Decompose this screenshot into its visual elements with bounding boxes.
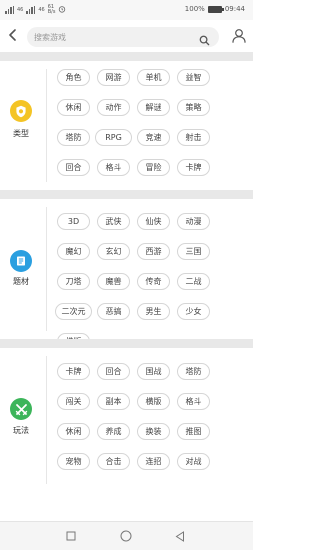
- tag-chip[interactable]: 单机: [137, 69, 170, 86]
- tag-chip[interactable]: 宠物: [57, 453, 90, 470]
- header: [0, 20, 253, 52]
- tag-chip[interactable]: 恶搞: [97, 303, 130, 320]
- tag-chip[interactable]: 格斗: [177, 393, 210, 410]
- tag-chip[interactable]: RPG: [95, 129, 132, 146]
- section-vertical-divider: [46, 356, 47, 484]
- section-vertical-divider: [46, 207, 47, 331]
- tag-chip[interactable]: 卡牌: [57, 363, 90, 380]
- tag-chip[interactable]: 仙侠: [137, 213, 170, 230]
- section-divider: [0, 190, 253, 199]
- clock: 09:44: [224, 5, 245, 13]
- back-nav-button[interactable]: [173, 529, 187, 543]
- crossed-swords-icon: [10, 398, 32, 420]
- section-gameplay: 玩法 卡牌 回合 国战 塔防闯关 副本 横版 格斗休闲 养成 换装 推图宠物 合击 连招 对战: [0, 348, 253, 521]
- tag-chip[interactable]: 休闲: [57, 423, 90, 440]
- circle-icon: [120, 530, 132, 542]
- signal-icon-2: [26, 6, 36, 14]
- recent-apps-button[interactable]: [64, 529, 78, 543]
- tag-chip[interactable]: 塔防: [177, 363, 210, 380]
- search-icon[interactable]: [199, 31, 210, 50]
- section-divider: [0, 52, 253, 61]
- tag-chip[interactable]: 魔兽: [97, 273, 130, 290]
- section-theme: 题材 3D武侠仙侠动漫魔幻玄幻西游三国刀塔魔兽传奇二战二次元恶搞男生少女横版: [0, 199, 253, 350]
- section-type: 类型 角色 网游 单机 益智休闲 动作 解谜 策略塔防 RPG 竞速 射击回合 格斗 冒险 卡牌: [0, 61, 253, 190]
- home-button[interactable]: [119, 529, 133, 543]
- section-divider: [0, 339, 253, 348]
- alarm-icon: [58, 5, 66, 15]
- tag-chip[interactable]: 西游: [137, 243, 170, 260]
- tag-chip[interactable]: 国战: [137, 363, 170, 380]
- net-speed-unit: B/s: [47, 9, 56, 15]
- tag-chip[interactable]: 3D: [57, 213, 90, 230]
- signal-1-text: 46: [17, 7, 24, 13]
- status-right: 100% 09:44: [185, 5, 245, 13]
- search-box[interactable]: [27, 27, 219, 47]
- user-icon[interactable]: [232, 28, 246, 47]
- tag-chip[interactable]: 回合: [97, 363, 130, 380]
- tag-chip[interactable]: 魔幻: [57, 243, 90, 260]
- system-nav-bar: [0, 521, 253, 550]
- tag-chip[interactable]: 竞速: [137, 129, 170, 146]
- tag-chip[interactable]: 闯关: [57, 393, 90, 410]
- search-input[interactable]: [34, 27, 194, 47]
- net-speed: 61 B/s: [48, 5, 56, 15]
- tag-chip[interactable]: 二战: [177, 273, 210, 290]
- tag-chip[interactable]: 对战: [177, 453, 210, 470]
- tag-chip[interactable]: 冒险: [137, 159, 170, 176]
- category-label-type: 类型: [13, 129, 29, 138]
- tag-chip[interactable]: 动作: [97, 99, 130, 116]
- status-left: 46 46 61 B/s: [5, 5, 66, 15]
- section-vertical-divider: [46, 69, 47, 182]
- tag-chip[interactable]: 传奇: [137, 273, 170, 290]
- tag-chip[interactable]: 塔防: [57, 129, 90, 146]
- tag-chip[interactable]: 二次元: [55, 303, 92, 320]
- tag-chip[interactable]: 连招: [137, 453, 170, 470]
- tag-chip[interactable]: 回合: [57, 159, 90, 176]
- tag-chip[interactable]: 横版: [137, 393, 170, 410]
- book-icon: [10, 250, 32, 272]
- battery-icon: [207, 5, 224, 13]
- category-label-gameplay: 玩法: [13, 426, 29, 435]
- battery-percent: 100%: [184, 5, 205, 13]
- square-icon: [66, 531, 76, 541]
- signal-2-text: 46: [38, 7, 45, 13]
- tag-chip[interactable]: 男生: [137, 303, 170, 320]
- category-label-theme: 题材: [13, 277, 29, 286]
- tag-chip[interactable]: 推图: [177, 423, 210, 440]
- tag-chip[interactable]: 格斗: [97, 159, 130, 176]
- tag-chip[interactable]: 副本: [97, 393, 130, 410]
- tag-chip[interactable]: 换装: [137, 423, 170, 440]
- tag-chip[interactable]: 角色: [57, 69, 90, 86]
- triangle-back-icon: [175, 530, 184, 542]
- tag-chip[interactable]: 玄幻: [97, 243, 130, 260]
- chevron-left-icon: [9, 29, 16, 41]
- tag-chip[interactable]: 三国: [177, 243, 210, 260]
- shield-icon: [10, 100, 32, 122]
- tag-chip[interactable]: 射击: [177, 129, 210, 146]
- tag-chip[interactable]: 益智: [177, 69, 210, 86]
- tag-chip[interactable]: 休闲: [57, 99, 90, 116]
- tag-chip[interactable]: 网游: [97, 69, 130, 86]
- tag-chip[interactable]: 解谜: [137, 99, 170, 116]
- tag-chip[interactable]: 合击: [97, 453, 130, 470]
- status-bar: 46 46 61 B/s 100% 09:44: [0, 0, 253, 20]
- signal-icon: [5, 6, 14, 14]
- tag-chip[interactable]: 刀塔: [57, 273, 90, 290]
- tag-chip[interactable]: 少女: [177, 303, 210, 320]
- back-button[interactable]: [6, 28, 20, 42]
- tag-chip[interactable]: 武侠: [97, 213, 130, 230]
- tag-chip[interactable]: 策略: [177, 99, 210, 116]
- tag-chip[interactable]: 养成: [97, 423, 130, 440]
- tag-chip[interactable]: 动漫: [177, 213, 210, 230]
- tag-chip[interactable]: 卡牌: [177, 159, 210, 176]
